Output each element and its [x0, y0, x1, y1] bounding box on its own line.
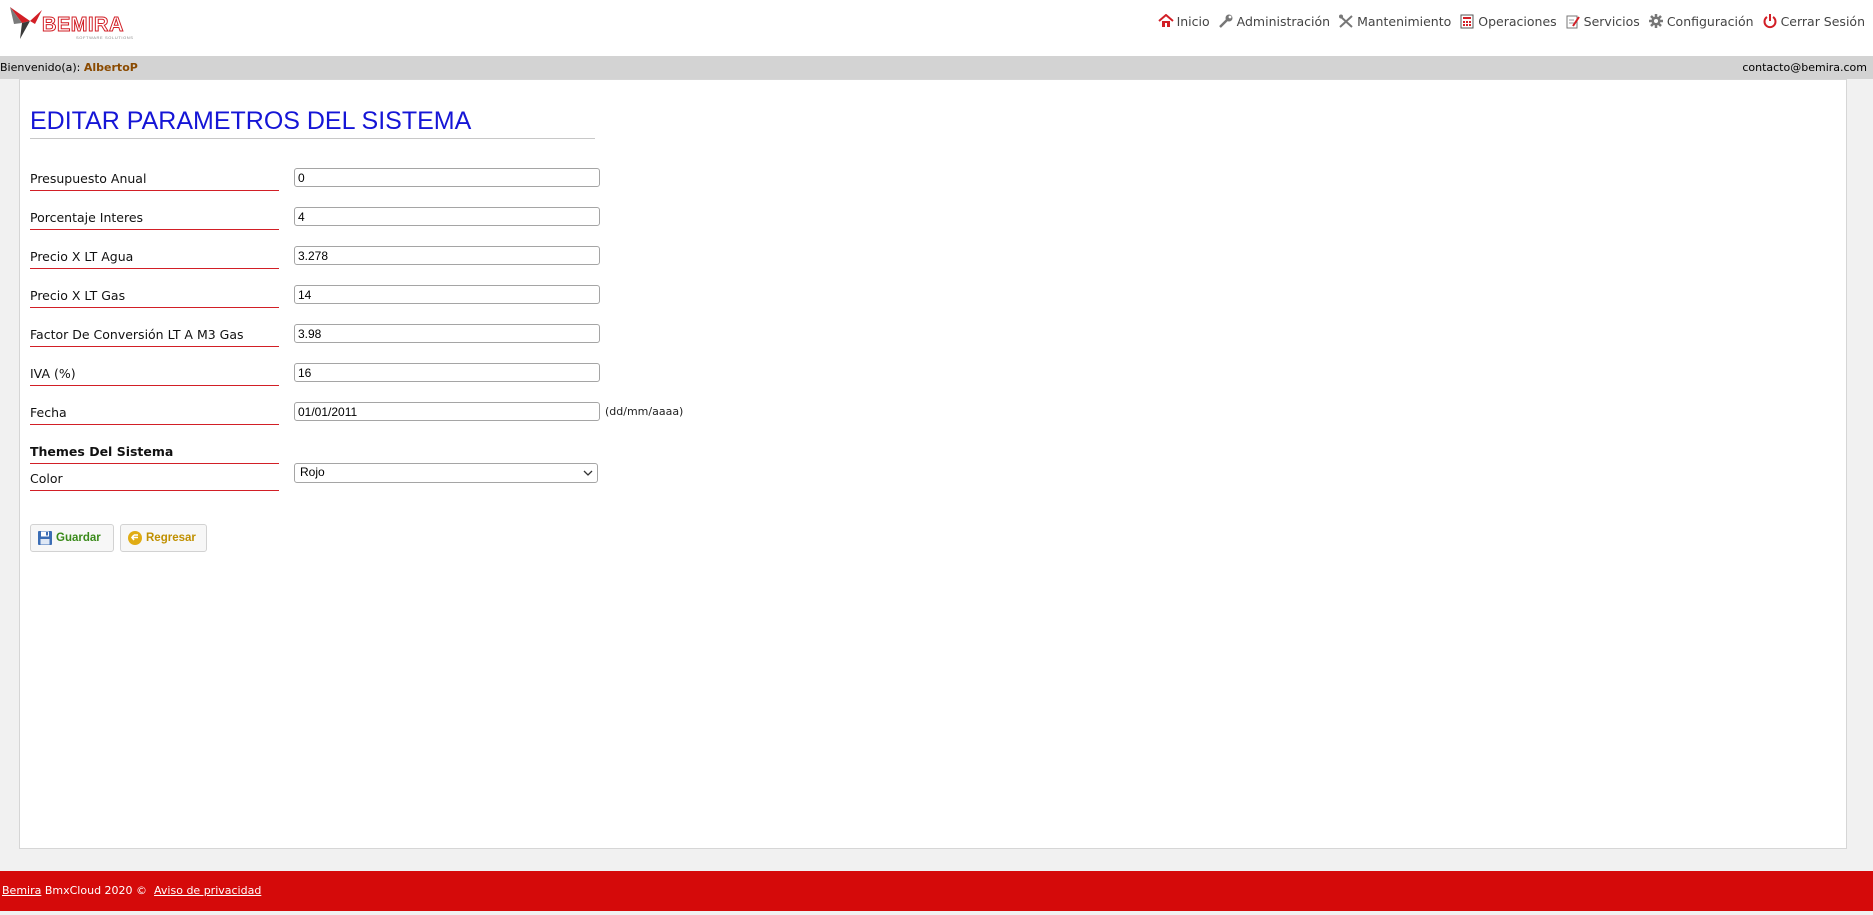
footer-text: Bemira BmxCloud 2020 © Aviso de privacid…: [2, 871, 261, 911]
home-icon: [1157, 14, 1174, 27]
fecha-input[interactable]: [294, 402, 600, 421]
field-label: Precio X LT Gas: [30, 289, 279, 308]
contact-email: contacto@bemira.com: [1742, 61, 1867, 74]
nav-label: Mantenimiento: [1357, 13, 1452, 29]
field-fecha: Fecha (dd/mm/aaaa): [30, 402, 1030, 428]
nav-configuracion[interactable]: Configuración: [1648, 13, 1754, 29]
nav-label: Cerrar Sesión: [1780, 13, 1865, 29]
date-format-hint: (dd/mm/aaaa): [605, 405, 684, 418]
top-bar: BEMIRA SOFTWARE SOLUTIONS Inicio Adminis…: [0, 0, 1873, 56]
footer: Bemira BmxCloud 2020 © Aviso de privacid…: [0, 871, 1873, 911]
back-arrow-icon: [128, 531, 142, 545]
field-iva: IVA (%): [30, 363, 1030, 389]
floppy-disk-icon: [38, 531, 52, 545]
edit-document-icon: [1566, 15, 1580, 28]
nav-label: Configuración: [1666, 13, 1754, 29]
field-factor-conversion: Factor De Conversión LT A M3 Gas: [30, 324, 1030, 350]
bemira-logo[interactable]: BEMIRA SOFTWARE SOLUTIONS: [8, 6, 134, 40]
main-content: EDITAR PARAMETROS DEL SISTEMA Presupuest…: [19, 79, 1847, 849]
field-precio-lt-agua: Precio X LT Agua: [30, 246, 1030, 272]
logo-text: BEMIRA: [42, 14, 124, 37]
welcome-prefix: Bienvenido(a):: [0, 61, 81, 74]
field-label: Factor De Conversión LT A M3 Gas: [30, 328, 279, 347]
color-select[interactable]: Rojo: [294, 463, 598, 483]
privacy-link[interactable]: Aviso de privacidad: [154, 884, 261, 897]
logo-subtext: SOFTWARE SOLUTIONS: [76, 35, 134, 40]
porcentaje-interes-input[interactable]: [294, 207, 600, 226]
precio-lt-agua-input[interactable]: [294, 246, 600, 265]
field-presupuesto-anual: Presupuesto Anual: [30, 168, 1030, 194]
nav-label: Administración: [1236, 13, 1331, 29]
color-select-value: Rojo: [300, 465, 325, 479]
field-label: Color: [30, 472, 279, 491]
gear-icon: [1648, 14, 1663, 28]
power-icon: [1763, 14, 1777, 29]
nav-label: Servicios: [1583, 13, 1640, 29]
page-title: EDITAR PARAMETROS DEL SISTEMA: [30, 107, 595, 139]
field-label: Presupuesto Anual: [30, 172, 279, 191]
field-label: IVA (%): [30, 367, 279, 386]
nav-label: Operaciones: [1478, 13, 1557, 29]
save-button[interactable]: Guardar: [30, 524, 114, 552]
username: AlbertoP: [83, 61, 138, 74]
presupuesto-anual-input[interactable]: [294, 168, 600, 187]
field-label: Porcentaje Interes: [30, 211, 279, 230]
back-button[interactable]: Regresar: [120, 524, 207, 552]
field-label: Precio X LT Agua: [30, 250, 279, 269]
field-porcentaje-interes: Porcentaje Interes: [30, 207, 1030, 233]
chevron-down-icon: [583, 470, 593, 476]
footer-copyright: BmxCloud 2020 ©: [44, 884, 148, 897]
nav-inicio[interactable]: Inicio: [1157, 13, 1210, 29]
nav-cerrar-sesion[interactable]: Cerrar Sesión: [1762, 13, 1865, 29]
nav-administracion[interactable]: Administración: [1218, 14, 1330, 29]
calculator-icon: [1460, 14, 1474, 28]
factor-conversion-input[interactable]: [294, 324, 600, 343]
field-precio-lt-gas: Precio X LT Gas: [30, 285, 1030, 311]
field-label: Fecha: [30, 406, 279, 425]
nav-mantenimiento[interactable]: Mantenimiento: [1338, 14, 1451, 29]
nav-label: Inicio: [1176, 13, 1210, 29]
themes-heading: Themes Del Sistema: [30, 445, 279, 464]
welcome-text: Bienvenido(a): AlbertoP: [0, 56, 138, 79]
save-button-label: Guardar: [56, 532, 101, 544]
field-color: Color Rojo: [30, 463, 1030, 494]
user-bar: Bienvenido(a): AlbertoP contacto@bemira.…: [0, 56, 1873, 79]
precio-lt-gas-input[interactable]: [294, 285, 600, 304]
main-nav: Inicio Administración Mantenimiento Oper…: [1150, 13, 1865, 29]
nav-servicios[interactable]: Servicios: [1565, 14, 1640, 29]
iva-input[interactable]: [294, 363, 600, 382]
wrench-icon: [1218, 14, 1233, 28]
bemira-link[interactable]: Bemira: [2, 884, 41, 897]
back-button-label: Regresar: [146, 532, 196, 544]
tools-icon: [1339, 14, 1353, 28]
nav-operaciones[interactable]: Operaciones: [1459, 13, 1557, 29]
